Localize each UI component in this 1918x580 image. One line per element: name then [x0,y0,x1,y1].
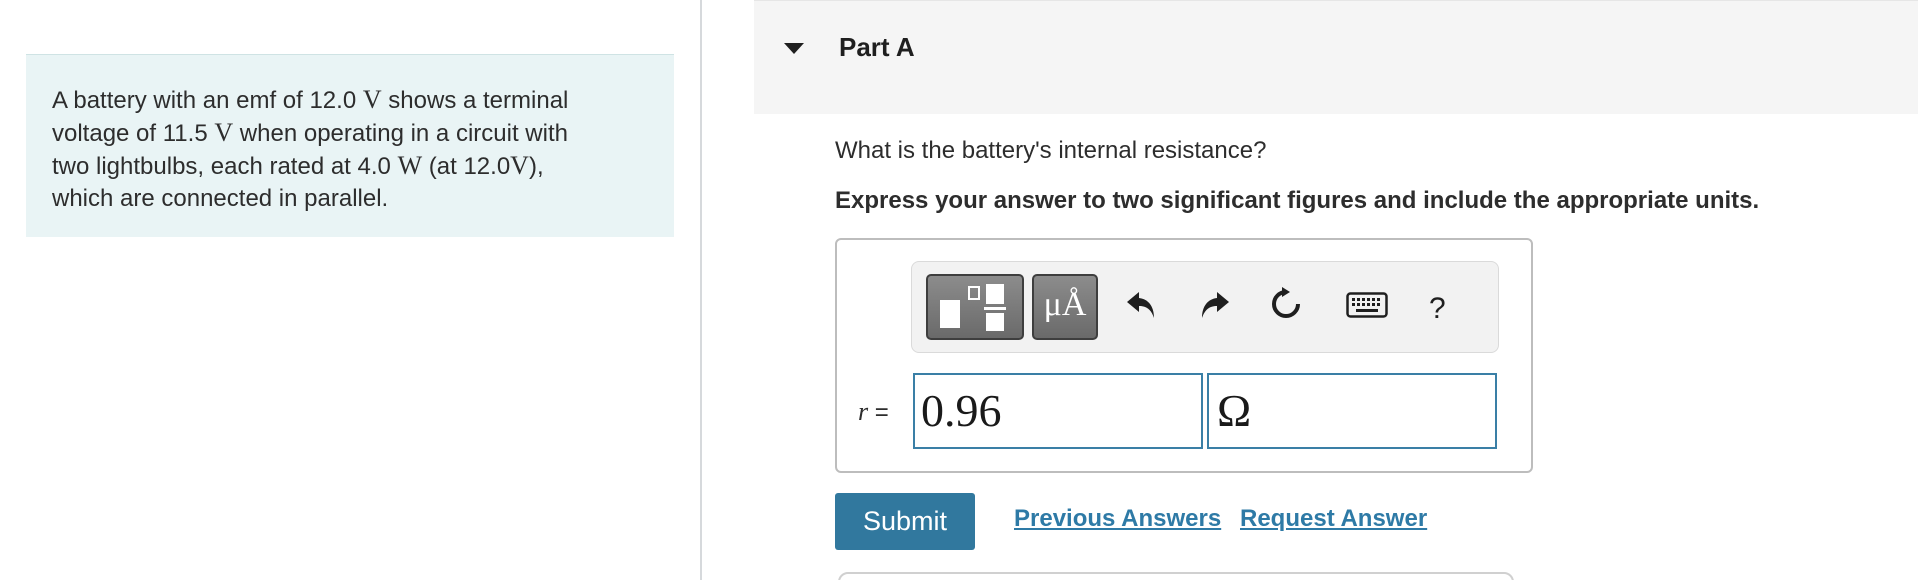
problem-text: shows a terminal [388,87,569,114]
feedback-container [838,572,1514,580]
problem-text: when operating in a circuit with [239,120,568,147]
problem-line-1: A battery with an emf of 12.0 V shows a … [52,84,648,117]
unit-symbol: W [397,151,423,180]
fraction-bar-icon [984,307,1006,310]
part-header[interactable] [754,0,1918,114]
reset-icon[interactable] [1268,286,1304,322]
problem-line-4: which are connected in parallel. [52,185,389,212]
templates-button[interactable] [926,274,1024,340]
templates-icon [940,300,960,328]
column-divider [700,0,702,580]
fraction-numerator-icon [986,284,1004,304]
problem-line-2: voltage of 11.5 V when operating in a ci… [52,117,648,150]
redo-icon[interactable] [1196,286,1232,322]
answer-variable-label: r = [858,397,889,427]
keyboard-icon[interactable] [1346,292,1388,318]
fraction-denominator-icon [986,313,1004,331]
unit-symbol: V [510,151,529,180]
unit-symbol: V [214,118,234,147]
answer-value-input[interactable]: 0.96 [913,373,1203,449]
problem-text: ), [528,153,544,180]
equals-sign: = [874,399,889,426]
submit-button[interactable]: Submit [835,493,975,550]
collapse-caret-icon[interactable] [784,43,804,54]
problem-text: two lightbulbs, each rated at 4.0 [52,153,391,180]
problem-text: (at 12.0 [428,153,511,180]
help-icon[interactable]: ? [1429,289,1446,329]
units-button[interactable]: μÅ [1032,274,1098,340]
answer-units-input[interactable]: Ω [1207,373,1497,449]
problem-statement: A battery with an emf of 12.0 V shows a … [26,54,674,237]
previous-answers-link[interactable]: Previous Answers [1014,505,1221,533]
problem-text: voltage of 11.5 [52,120,208,147]
request-answer-link[interactable]: Request Answer [1240,505,1427,533]
math-toolbar: μÅ ? [911,261,1499,353]
problem-text: A battery with an emf of 12.0 [52,87,357,114]
part-title[interactable]: Part A [839,32,915,63]
instruction-text: Express your answer to two significant f… [835,187,1760,214]
template-box-icon [968,286,980,300]
units-label: μÅ [1043,286,1087,323]
variable-symbol: r [858,397,869,426]
question-text: What is the battery's internal resistanc… [835,137,1267,164]
undo-icon[interactable] [1124,286,1160,322]
unit-symbol: V [362,85,382,114]
problem-line-3: two lightbulbs, each rated at 4.0 W (at … [52,150,648,183]
page: A battery with an emf of 12.0 V shows a … [0,0,1918,580]
